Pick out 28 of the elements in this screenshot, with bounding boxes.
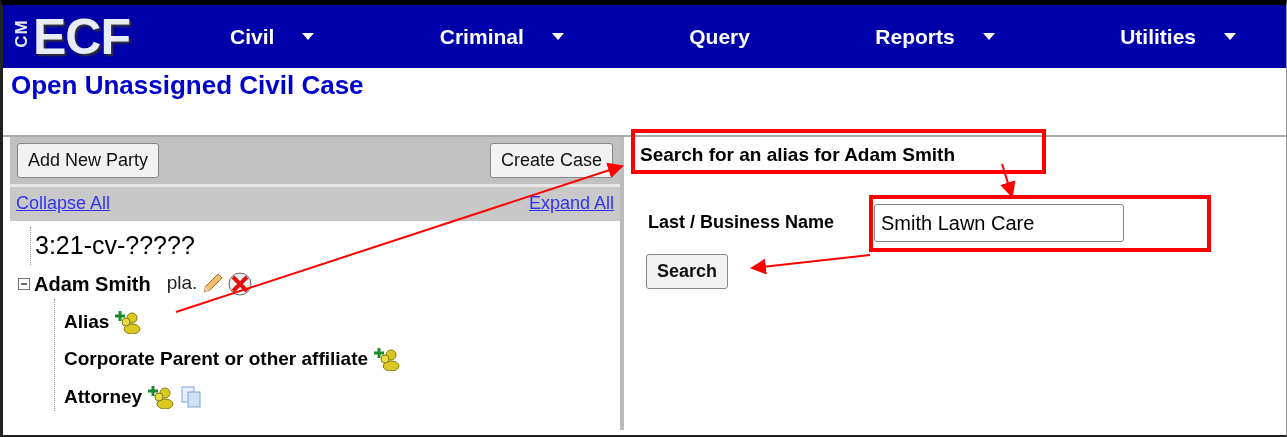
search-button[interactable]: Search: [646, 253, 729, 289]
case-number: 3:21-cv-?????: [30, 227, 620, 265]
party-name: Adam Smith: [34, 271, 151, 297]
toolbar-button[interactable]: Create Case: [489, 143, 613, 178]
tree-item[interactable]: Attorney: [64, 382, 143, 411]
tree-item[interactable]: Alias: [64, 307, 110, 336]
add-people-icon[interactable]: [374, 347, 401, 372]
field-label: Last / Business Name: [648, 211, 836, 234]
toolbar-button[interactable]: Add New Party: [17, 143, 160, 178]
add-people-icon[interactable]: [148, 384, 175, 409]
page-title: Open Unassigned Civil Case: [10, 69, 365, 102]
collapse-icon[interactable]: [18, 277, 30, 290]
form-heading: Search for an alias for Adam Smith: [640, 143, 955, 167]
pencil-icon[interactable]: [201, 272, 224, 295]
tree-link[interactable]: Collapse All: [16, 190, 111, 217]
name-input-field[interactable]: Smith Lawn Care: [874, 203, 1124, 242]
menu-item[interactable]: Criminal: [439, 20, 564, 53]
menu-item[interactable]: Query: [689, 20, 750, 53]
menu-item[interactable]: Civil: [230, 20, 315, 53]
logo: CM ECF: [11, 11, 130, 62]
tree-link[interactable]: Expand All: [528, 190, 614, 217]
add-people-icon[interactable]: [115, 309, 142, 334]
delete-icon[interactable]: [227, 270, 254, 297]
annotation-arrow: [1000, 163, 1016, 198]
menu-item[interactable]: Reports: [875, 20, 995, 53]
party-role: pla.: [166, 271, 198, 296]
menu-item[interactable]: Utilities: [1120, 20, 1236, 53]
tree-item[interactable]: Corporate Parent or other affiliate: [64, 345, 369, 374]
